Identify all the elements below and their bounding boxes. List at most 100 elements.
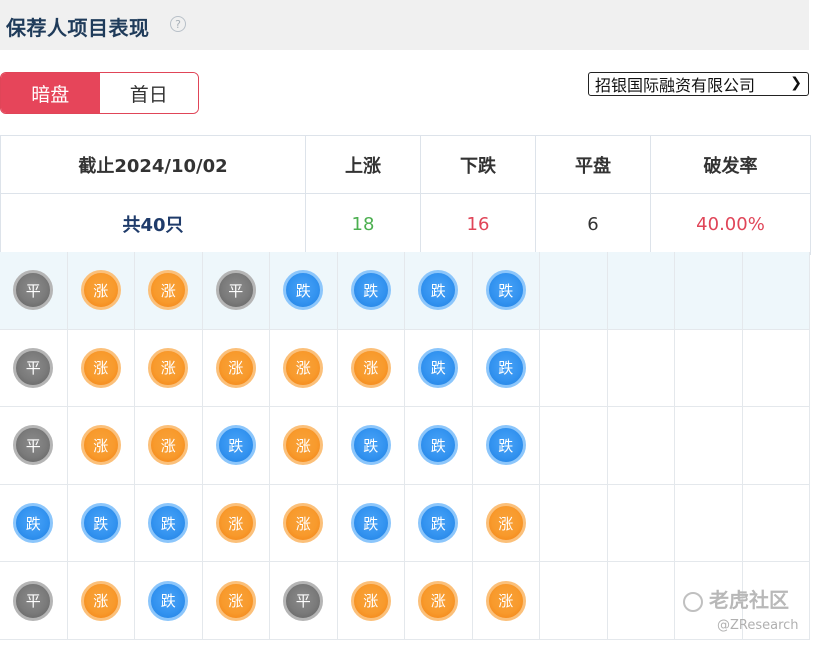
grid-cell: 跌 [472, 329, 540, 408]
grid-cell: 涨 [405, 562, 473, 640]
grid-cell [607, 562, 675, 640]
up-count: 18 [305, 193, 421, 255]
result-flat-icon[interactable]: 平 [13, 347, 54, 388]
grid-cell [742, 329, 810, 408]
grid-cell [540, 252, 608, 330]
grid-cell: 跌 [405, 407, 473, 485]
grid-cell: 平 [0, 252, 68, 330]
result-down-icon[interactable]: 跌 [418, 347, 459, 388]
result-up-icon[interactable]: 涨 [148, 347, 189, 388]
total-count: 共40只 [0, 193, 306, 255]
break-rate-value: 40.00% [650, 193, 811, 255]
result-down-icon[interactable]: 跌 [350, 270, 391, 311]
grid-cell [540, 484, 608, 563]
grid-cell: 涨 [135, 252, 203, 330]
header-up: 上涨 [305, 135, 421, 194]
grid-cell [540, 329, 608, 408]
result-up-icon[interactable]: 涨 [80, 425, 121, 466]
result-up-icon[interactable]: 涨 [215, 347, 256, 388]
result-up-icon[interactable]: 涨 [80, 347, 121, 388]
grid-cell: 平 [202, 252, 270, 330]
grid-cell: 涨 [135, 329, 203, 408]
result-up-icon[interactable]: 涨 [283, 347, 324, 388]
grid-cell: 跌 [270, 252, 338, 330]
grid-cell: 平 [270, 562, 338, 640]
result-down-icon[interactable]: 跌 [283, 270, 324, 311]
grid-cell: 涨 [472, 484, 540, 563]
grid-cell [607, 329, 675, 408]
result-up-icon[interactable]: 涨 [485, 503, 526, 544]
grid-cell: 跌 [472, 252, 540, 330]
result-up-icon[interactable]: 涨 [80, 580, 121, 621]
result-down-icon[interactable]: 跌 [418, 270, 459, 311]
result-up-icon[interactable]: 涨 [283, 503, 324, 544]
grid-cell: 跌 [405, 252, 473, 330]
down-count: 16 [420, 193, 536, 255]
tab-dark-pool[interactable]: 暗盘 [1, 73, 100, 113]
result-up-icon[interactable]: 涨 [350, 347, 391, 388]
result-up-icon[interactable]: 涨 [418, 580, 459, 621]
result-down-icon[interactable]: 跌 [148, 580, 189, 621]
grid-cell: 涨 [270, 484, 338, 563]
grid-cell: 跌 [135, 562, 203, 640]
grid-cell: 跌 [405, 484, 473, 563]
result-up-icon[interactable]: 涨 [215, 580, 256, 621]
tiger-logo-icon [683, 591, 703, 612]
grid-cell [540, 562, 608, 640]
section-header: 保荐人项目表现 ? [0, 0, 809, 50]
grid-cell: 跌 [0, 484, 68, 563]
grid-cell [675, 407, 743, 485]
header-break-rate: 破发率 [650, 135, 811, 194]
result-down-icon[interactable]: 跌 [418, 503, 459, 544]
grid-cell: 涨 [202, 484, 270, 563]
result-down-icon[interactable]: 跌 [418, 425, 459, 466]
grid-cell: 跌 [202, 407, 270, 485]
result-up-icon[interactable]: 涨 [215, 503, 256, 544]
result-up-icon[interactable]: 涨 [80, 270, 121, 311]
grid-cell [742, 252, 810, 330]
grid-cell: 涨 [270, 329, 338, 408]
result-down-icon[interactable]: 跌 [215, 425, 256, 466]
result-down-icon[interactable]: 跌 [350, 425, 391, 466]
sponsor-select[interactable]: 招银国际融资有限公司 ❯ [588, 72, 809, 96]
result-down-icon[interactable]: 跌 [148, 503, 189, 544]
grid-cell: 涨 [337, 329, 405, 408]
watermark-text: 老虎社区 [709, 588, 789, 612]
result-grid: 平涨涨平跌跌跌跌平涨涨涨涨涨跌跌平涨涨跌涨跌跌跌跌跌跌涨涨跌跌涨平涨跌涨平涨涨涨 [0, 252, 810, 640]
result-up-icon[interactable]: 涨 [148, 425, 189, 466]
result-down-icon[interactable]: 跌 [350, 503, 391, 544]
sponsor-select-value: 招银国际融资有限公司 [595, 76, 756, 95]
grid-cell: 涨 [337, 562, 405, 640]
result-flat-icon[interactable]: 平 [215, 270, 256, 311]
grid-cell: 涨 [202, 329, 270, 408]
grid-cell [675, 252, 743, 330]
header-flat: 平盘 [535, 135, 651, 194]
result-flat-icon[interactable]: 平 [13, 270, 54, 311]
result-up-icon[interactable]: 涨 [148, 270, 189, 311]
result-down-icon[interactable]: 跌 [80, 503, 121, 544]
tab-group: 暗盘 首日 [0, 72, 199, 114]
result-up-icon[interactable]: 涨 [350, 580, 391, 621]
result-flat-icon[interactable]: 平 [13, 425, 54, 466]
help-icon[interactable]: ? [170, 16, 186, 32]
grid-cell: 平 [0, 329, 68, 408]
grid-cell: 涨 [135, 407, 203, 485]
grid-cell [742, 407, 810, 485]
flat-count: 6 [535, 193, 651, 255]
header-down: 下跌 [420, 135, 536, 194]
grid-cell [742, 484, 810, 563]
tab-first-day[interactable]: 首日 [99, 73, 198, 113]
grid-cell [607, 407, 675, 485]
result-up-icon[interactable]: 涨 [485, 580, 526, 621]
stats-table: 截止2024/10/02 上涨 下跌 平盘 破发率 共40只 18 16 6 4… [0, 135, 811, 255]
result-down-icon[interactable]: 跌 [485, 270, 526, 311]
result-down-icon[interactable]: 跌 [485, 425, 526, 466]
watermark-handle: @ZResearch [717, 618, 799, 633]
result-flat-icon[interactable]: 平 [283, 580, 324, 621]
result-down-icon[interactable]: 跌 [485, 347, 526, 388]
result-flat-icon[interactable]: 平 [13, 580, 54, 621]
grid-cell [540, 407, 608, 485]
result-down-icon[interactable]: 跌 [13, 503, 54, 544]
grid-cell: 涨 [67, 252, 135, 330]
result-up-icon[interactable]: 涨 [283, 425, 324, 466]
